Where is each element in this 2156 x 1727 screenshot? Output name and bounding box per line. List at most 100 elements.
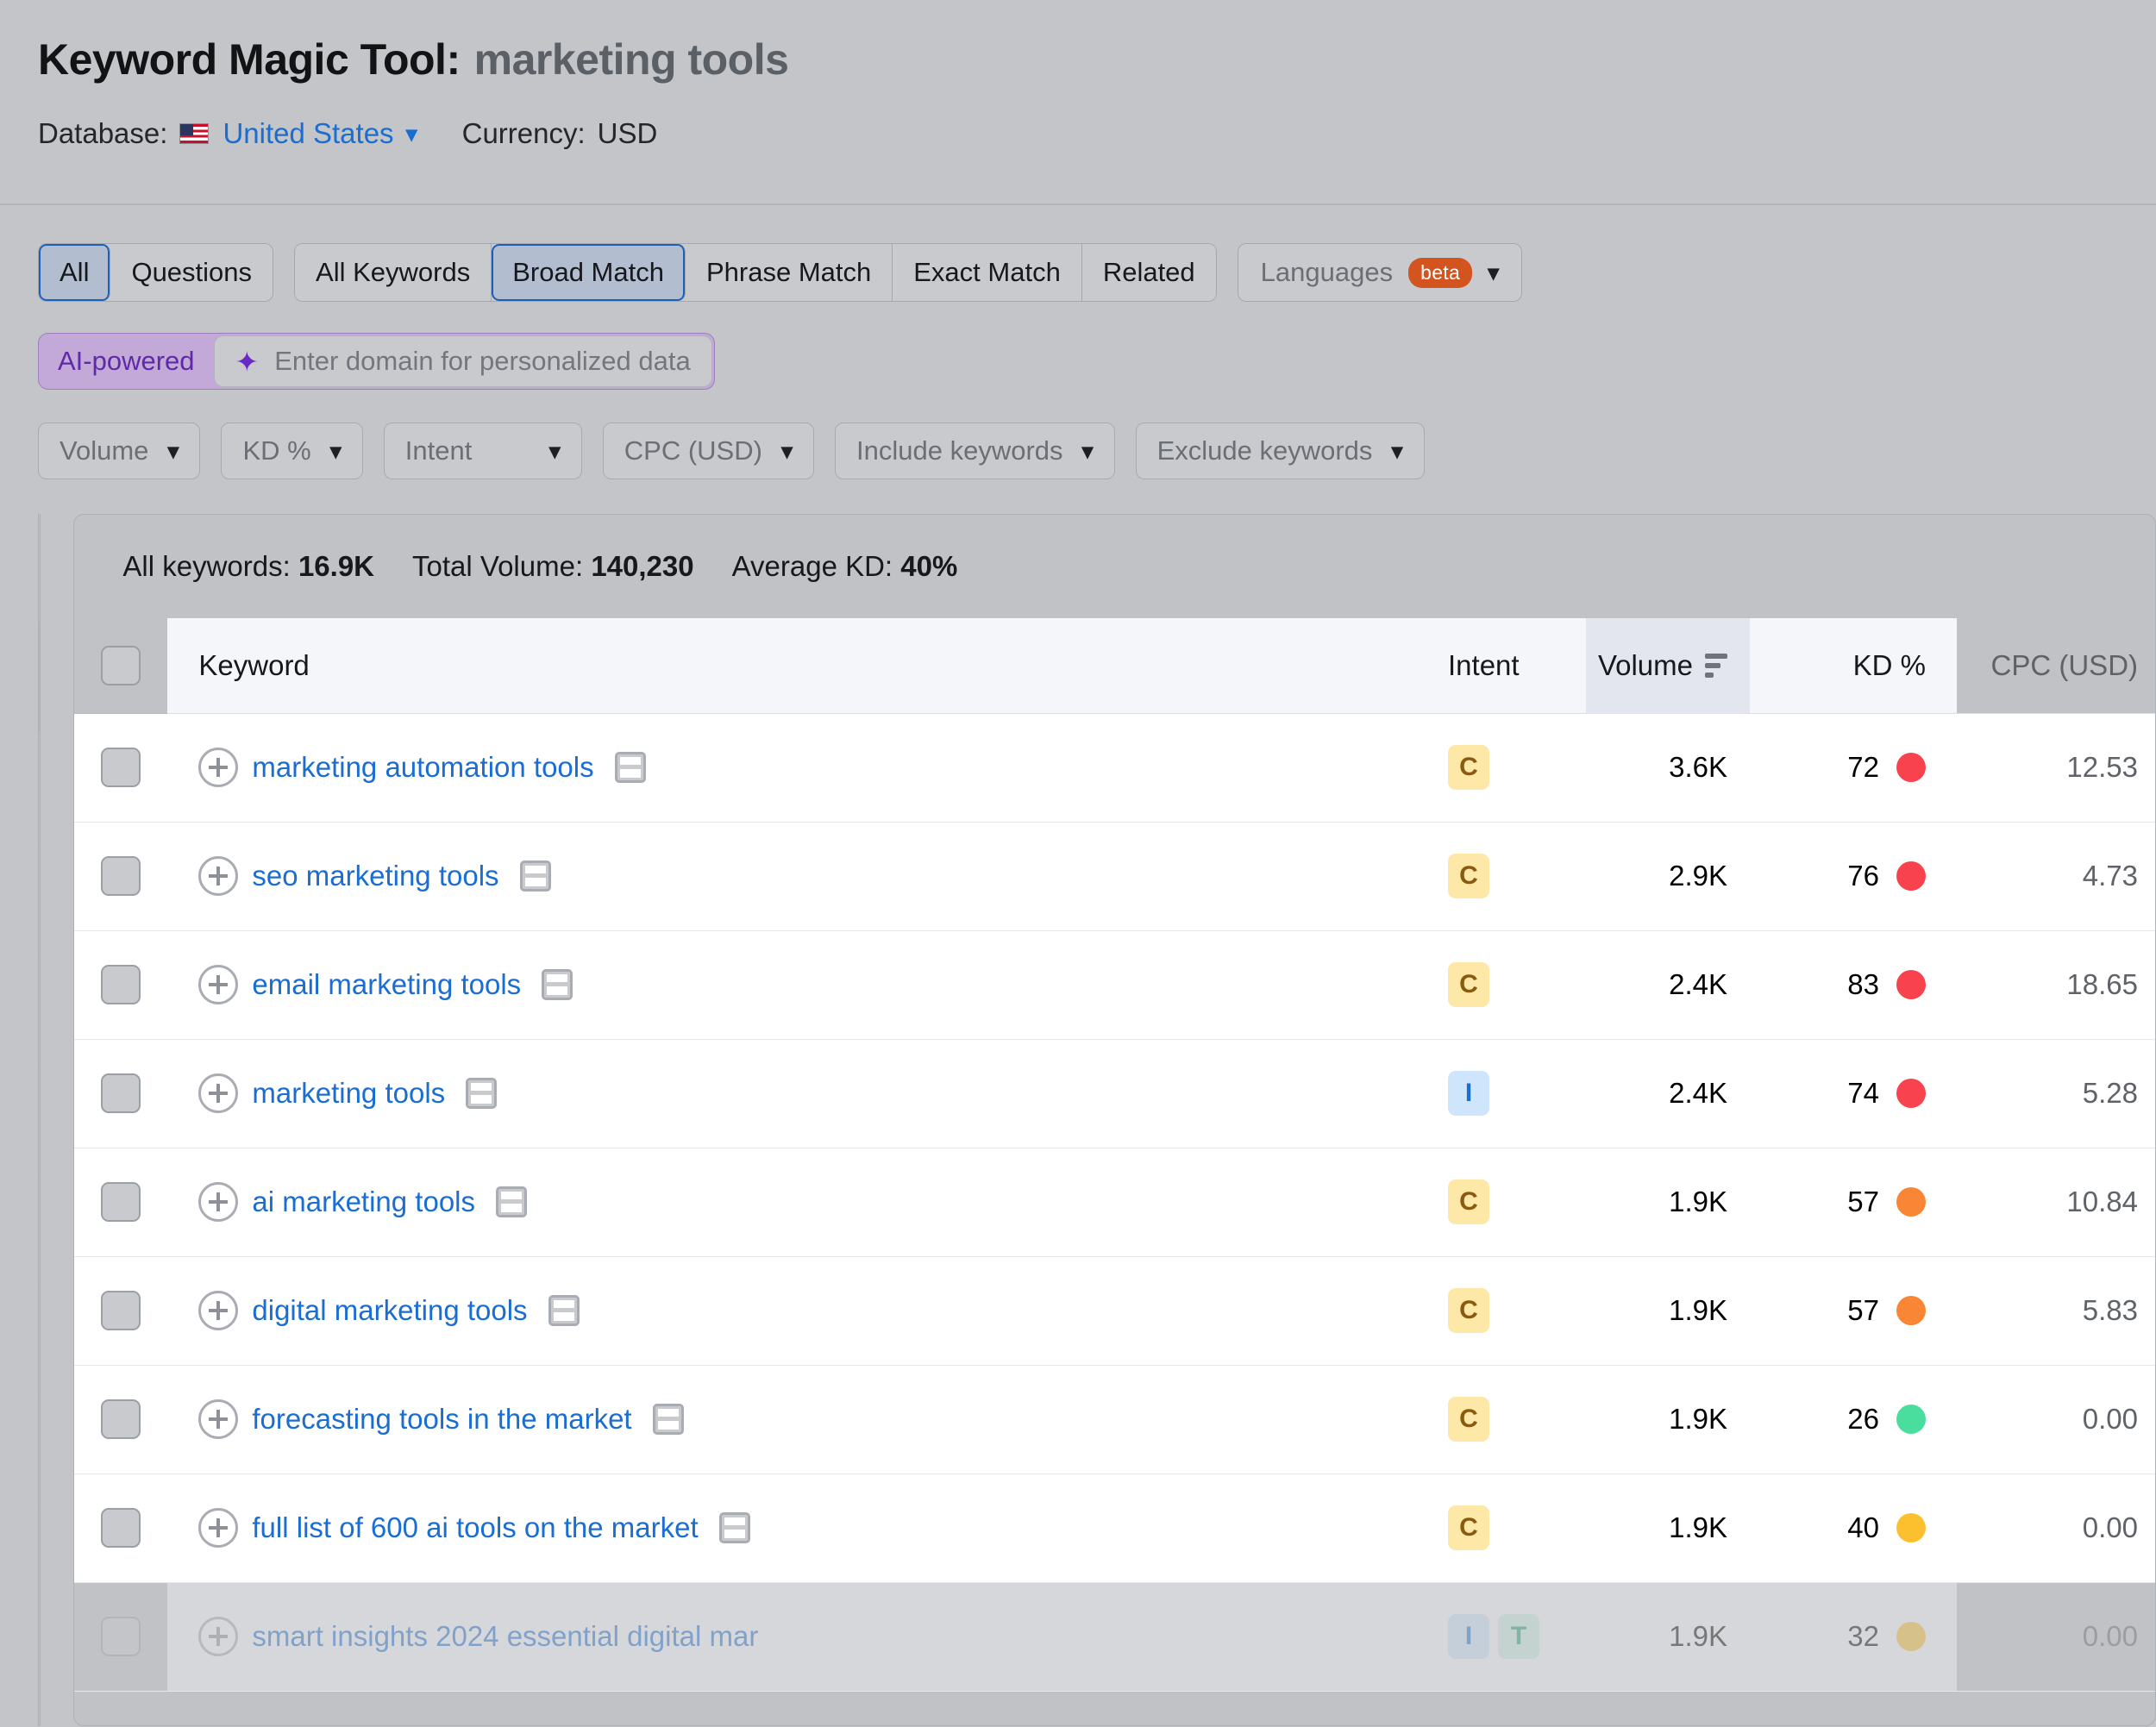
row-intent-cell: C [1448,1365,1587,1474]
row-checkbox[interactable] [101,1291,141,1330]
table-row[interactable]: full list of 600 ai tools on the market … [74,1474,2156,1583]
filter-volume[interactable]: Volume ▾ [38,422,201,479]
row-keyword-cell: full list of 600 ai tools on the market [167,1474,1449,1583]
sidebar-item-email[interactable]: › email 730 [39,1173,41,1284]
row-checkbox[interactable] [101,1399,141,1439]
row-cpc-cell: 4.73 [1957,822,2156,931]
serp-preview-icon[interactable] [548,1295,580,1326]
sidebar-item-digital[interactable]: › digital 1,013 [39,842,41,953]
languages-dropdown[interactable]: Languages beta ▾ [1237,243,1523,302]
add-keyword-icon[interactable] [198,1508,239,1548]
intent-badge: C [1448,1288,1490,1333]
row-checkbox[interactable] [101,748,141,787]
keyword-link[interactable]: full list of 600 ai tools on the market [252,1511,698,1544]
tab-broad-match[interactable]: Broad Match [492,244,686,301]
kd-difficulty-dot [1896,1622,1927,1651]
filter-include-keywords[interactable]: Include keywords ▾ [835,422,1115,479]
row-checkbox[interactable] [101,1182,141,1222]
table-row[interactable]: forecasting tools in the market C 1.9K 2… [74,1365,2156,1474]
sidebar-item-automation[interactable]: › automation 609 [39,1505,41,1615]
sidebar-item-all-keywords[interactable]: All keywords 16,946 [39,622,41,732]
kd-value: 72 [1847,751,1880,783]
sidebar-item-research[interactable]: › research 688 [39,1284,41,1394]
serp-preview-icon[interactable] [718,1512,750,1543]
intent-badge: C [1448,854,1490,898]
sort-descending-icon[interactable] [1705,653,1728,678]
column-header-volume[interactable]: Volume [1586,618,1751,714]
add-keyword-icon[interactable] [198,1399,239,1439]
table-row[interactable]: email marketing tools C 2.4K 83 18.65 [74,930,2156,1040]
row-keyword-cell: ai marketing tools [167,1148,1449,1257]
keyword-link[interactable]: digital marketing tools [252,1294,527,1327]
select-all-checkbox[interactable] [101,645,141,685]
table-row[interactable]: smart insights 2024 essential digital ma… [74,1582,2156,1692]
table-row[interactable]: seo marketing tools C 2.9K 76 4.73 [74,822,2156,931]
keyword-link[interactable]: seo marketing tools [252,860,498,892]
tab-phrase-match[interactable]: Phrase Match [685,244,893,301]
row-kd-cell: 57 [1750,1256,1958,1366]
column-header-kd[interactable]: KD % [1750,618,1958,714]
row-checkbox[interactable] [101,856,141,896]
serp-preview-icon[interactable] [652,1404,684,1435]
filter-kd[interactable]: KD % ▾ [221,422,363,479]
column-header-cpc[interactable]: CPC (USD) [1957,618,2156,714]
keywords-table-panel: All keywords: 16.9K Total Volume: 140,23… [73,514,2156,1726]
add-keyword-icon[interactable] [198,1291,239,1330]
keyword-link[interactable]: marketing tools [252,1077,445,1110]
intent-badge: C [1448,1505,1490,1550]
sidebar-item-free[interactable]: › free 752 [39,1063,41,1173]
row-select-cell [74,1365,168,1474]
row-checkbox[interactable] [101,1508,141,1548]
kd-difficulty-dot [1896,1079,1927,1108]
sidebar-item-best[interactable]: › best 1,291 [39,732,41,842]
filter-exclude-keywords[interactable]: Exclude keywords ▾ [1135,422,1425,479]
table-row[interactable]: marketing tools I 2.4K 74 5.28 [74,1039,2156,1148]
filter-cpc-label: CPC (USD) [624,435,762,466]
kd-value: 76 [1847,860,1880,892]
database-selector[interactable]: United States [222,117,393,150]
kd-value: 57 [1847,1294,1880,1326]
sidebar-item-social[interactable]: › social 785 [39,953,41,1063]
filter-cpc[interactable]: CPC (USD) ▾ [602,422,815,479]
serp-preview-icon[interactable] [614,752,646,783]
keyword-link[interactable]: forecasting tools in the market [252,1403,631,1436]
add-keyword-icon[interactable] [198,1617,239,1656]
row-kd-cell: 83 [1750,930,1958,1040]
add-keyword-icon[interactable] [198,965,239,1004]
keyword-link[interactable]: marketing automation tools [252,751,593,784]
row-kd-cell: 72 [1750,713,1958,823]
row-checkbox[interactable] [101,1617,141,1656]
row-volume-cell: 2.9K [1586,822,1751,931]
domain-input[interactable]: ✦ Enter domain for personalized data [213,335,712,387]
sidebar-item-use[interactable]: › use 599 [39,1615,41,1725]
serp-preview-icon[interactable] [466,1078,498,1109]
keyword-link[interactable]: smart insights 2024 essential digital ma… [252,1620,758,1653]
row-volume-cell: 1.9K [1586,1474,1751,1583]
tab-all[interactable]: All [39,244,111,301]
add-keyword-icon[interactable] [198,1182,239,1222]
filter-intent[interactable]: Intent ▾ [383,422,582,479]
tab-questions[interactable]: Questions [110,244,273,301]
column-header-intent[interactable]: Intent [1448,618,1587,714]
row-volume-cell: 1.9K [1586,1582,1751,1692]
serp-preview-icon[interactable] [519,860,551,892]
tab-all-keywords[interactable]: All Keywords [295,244,492,301]
keyword-link[interactable]: email marketing tools [252,968,521,1001]
sidebar-item-media[interactable]: › media 681 [39,1394,41,1505]
table-row[interactable]: digital marketing tools C 1.9K 57 5.83 [74,1256,2156,1366]
add-keyword-icon[interactable] [198,1073,239,1113]
row-checkbox[interactable] [101,1073,141,1113]
chevron-down-icon[interactable]: ▾ [406,121,417,147]
table-row[interactable]: marketing automation tools C 3.6K 72 12.… [74,713,2156,823]
add-keyword-icon[interactable] [198,856,239,896]
serp-preview-icon[interactable] [496,1186,528,1217]
tab-related[interactable]: Related [1081,244,1216,301]
column-header-keyword[interactable]: Keyword [167,618,1449,714]
chevron-down-icon[interactable]: ▾ [1488,260,1499,286]
serp-preview-icon[interactable] [542,969,573,1000]
keyword-link[interactable]: ai marketing tools [252,1186,475,1218]
tab-exact-match[interactable]: Exact Match [893,244,1082,301]
add-keyword-icon[interactable] [198,748,239,787]
table-row[interactable]: ai marketing tools C 1.9K 57 10.84 [74,1148,2156,1257]
row-checkbox[interactable] [101,965,141,1004]
